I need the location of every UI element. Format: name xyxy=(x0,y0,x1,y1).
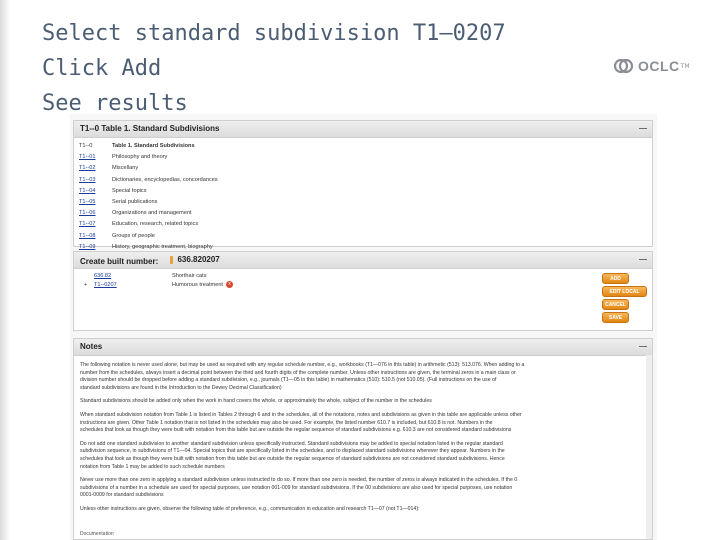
note-paragraph: When standard subdivision notation from … xyxy=(80,412,646,435)
title-line-2: Click Add xyxy=(42,56,162,81)
list-item: T1--05 Serial publications xyxy=(79,197,652,208)
logo-wordmark: OCLC xyxy=(638,58,680,74)
minus-icon[interactable]: — xyxy=(639,339,647,355)
table-panel: T1--0 Table 1. Standard Subdivisions — T… xyxy=(73,120,653,250)
subdivision-link[interactable]: T1--07 xyxy=(79,219,112,230)
notes-scrollbar[interactable] xyxy=(646,355,652,539)
subdivision-caption: Miscellany xyxy=(112,165,139,172)
subdivision-caption: Organizations and management xyxy=(112,210,192,217)
notes-panel: Notes — The following notation is never … xyxy=(73,338,653,540)
subdivision-number: T1--0 xyxy=(79,143,93,149)
title-line-1: Select standard subdivision T1—0207 xyxy=(42,21,506,46)
webdewey-window: T1--0 Table 1. Standard Subdivisions — T… xyxy=(70,114,657,540)
note-line: subdivision sequence, in subdivisions of… xyxy=(80,448,505,455)
list-item: T1--0 Table 1. Standard Subdivisions xyxy=(79,141,652,152)
note-line: schedules that look as though they were … xyxy=(80,455,505,462)
cancel-button[interactable]: CANCEL xyxy=(602,299,629,310)
subdivision-caption: Special topics xyxy=(112,187,147,194)
oclc-logo: OCLC TM xyxy=(613,55,690,77)
list-item: T1--02 Miscellany xyxy=(79,163,652,174)
note-line: Never use more than one zero in applying… xyxy=(80,477,518,484)
edit-local-button[interactable]: EDIT LOCAL xyxy=(602,286,647,297)
notes-body: The following notation is never used alo… xyxy=(74,356,652,514)
note-line: Unless other instructions are given, obs… xyxy=(80,505,420,512)
logo-trademark: TM xyxy=(680,62,690,70)
list-item: T1--08 Groups of people xyxy=(79,231,652,242)
note-line: subdivisions of a number in a schedule a… xyxy=(80,484,513,491)
notes-footer: Documentation xyxy=(80,531,114,537)
subdivision-link[interactable]: T1--06 xyxy=(79,208,112,219)
built-number-value: 636.820207 xyxy=(177,255,220,264)
note-paragraph: Unless other instructions are given, obs… xyxy=(80,506,646,514)
minus-icon[interactable]: — xyxy=(639,121,647,137)
subdivision-caption: Table 1. Standard Subdivisions xyxy=(112,143,195,149)
table-panel-header: T1--0 Table 1. Standard Subdivisions — xyxy=(74,121,652,138)
note-line: Do not add one standard subdivision to a… xyxy=(80,440,503,447)
note-line: division number should be dropped before… xyxy=(80,377,497,384)
delete-icon[interactable]: x xyxy=(226,281,233,289)
note-paragraph: Do not add one standard subdivision to a… xyxy=(80,441,646,471)
build-panel: Create built number: 636.820207 — 636.82… xyxy=(73,251,653,331)
note-line: The following notation is never used alo… xyxy=(80,362,525,368)
subdivision-link[interactable]: T1--05 xyxy=(79,197,112,208)
list-item: T1--01 Philosophy and theory xyxy=(79,152,652,163)
subdivision-caption: Philosophy and theory xyxy=(112,154,168,161)
note-line: When standard subdivision notation from … xyxy=(80,411,522,418)
built-row-caption-text: Humorous treatment xyxy=(172,282,223,288)
table-panel-title: T1--0 Table 1. Standard Subdivisions xyxy=(80,124,220,133)
note-line: standard subdivisions are found in the I… xyxy=(80,384,282,391)
build-panel-header: Create built number: 636.820207 — xyxy=(74,252,652,269)
build-label: Create built number: xyxy=(80,257,159,266)
built-number: 636.820207 xyxy=(170,252,220,268)
note-line: number from the schedules, always insert… xyxy=(80,369,516,376)
subdivision-caption: Groups of people xyxy=(112,232,155,239)
minus-icon[interactable]: — xyxy=(639,252,647,268)
notes-panel-title: Notes xyxy=(80,342,103,351)
note-line: 0001-0009 for standard subdivisions xyxy=(80,492,164,499)
subdivision-link[interactable]: T1--02 xyxy=(79,163,112,174)
note-line: instructions are given. Other Table 1 no… xyxy=(80,419,493,426)
expand-icon[interactable]: + xyxy=(84,280,87,290)
built-row-link[interactable]: T1--0207 xyxy=(94,280,117,290)
list-item: T1--07 Education, research, related topi… xyxy=(79,219,652,230)
subdivision-list: T1--0 Table 1. Standard Subdivisions T1-… xyxy=(74,138,652,253)
subdivision-caption: Serial publications xyxy=(112,198,158,205)
subdivision-link[interactable]: T1--01 xyxy=(79,152,112,163)
subdivision-link[interactable]: T1--04 xyxy=(79,186,112,197)
number-marker-icon xyxy=(170,256,174,264)
note-line: notation from Table 1 may be added to su… xyxy=(80,463,225,470)
oclc-logo-icon xyxy=(613,58,634,74)
slide-left-edge xyxy=(0,0,10,540)
note-paragraph: Never use more than one zero in applying… xyxy=(80,477,646,500)
note-paragraph: Standard subdivisions should be added on… xyxy=(80,398,646,406)
note-paragraph: The following notation is never used alo… xyxy=(80,362,646,392)
notes-panel-header: Notes — xyxy=(74,339,652,356)
subdivision-caption: Education, research, related topics xyxy=(112,221,199,228)
built-row-caption: Humorous treatment x xyxy=(172,280,233,290)
save-button[interactable]: SAVE xyxy=(602,312,629,323)
subdivision-caption: Dictionaries, encyclopedias, concordance… xyxy=(112,176,218,183)
list-item: T1--04 Special topics xyxy=(79,186,652,197)
subdivision-link[interactable]: T1--03 xyxy=(79,175,112,186)
slide-title: Select standard subdivision T1—0207 Clic… xyxy=(42,16,506,121)
list-item: T1--03 Dictionaries, encyclopedias, conc… xyxy=(79,175,652,186)
subdivision-link[interactable]: T1--08 xyxy=(79,231,112,242)
add-button[interactable]: ADD xyxy=(602,273,629,284)
note-line: Standard subdivisions should be added on… xyxy=(80,398,432,405)
list-item: T1--06 Organizations and management xyxy=(79,208,652,219)
note-line: schedules that look as though they were … xyxy=(80,427,512,434)
